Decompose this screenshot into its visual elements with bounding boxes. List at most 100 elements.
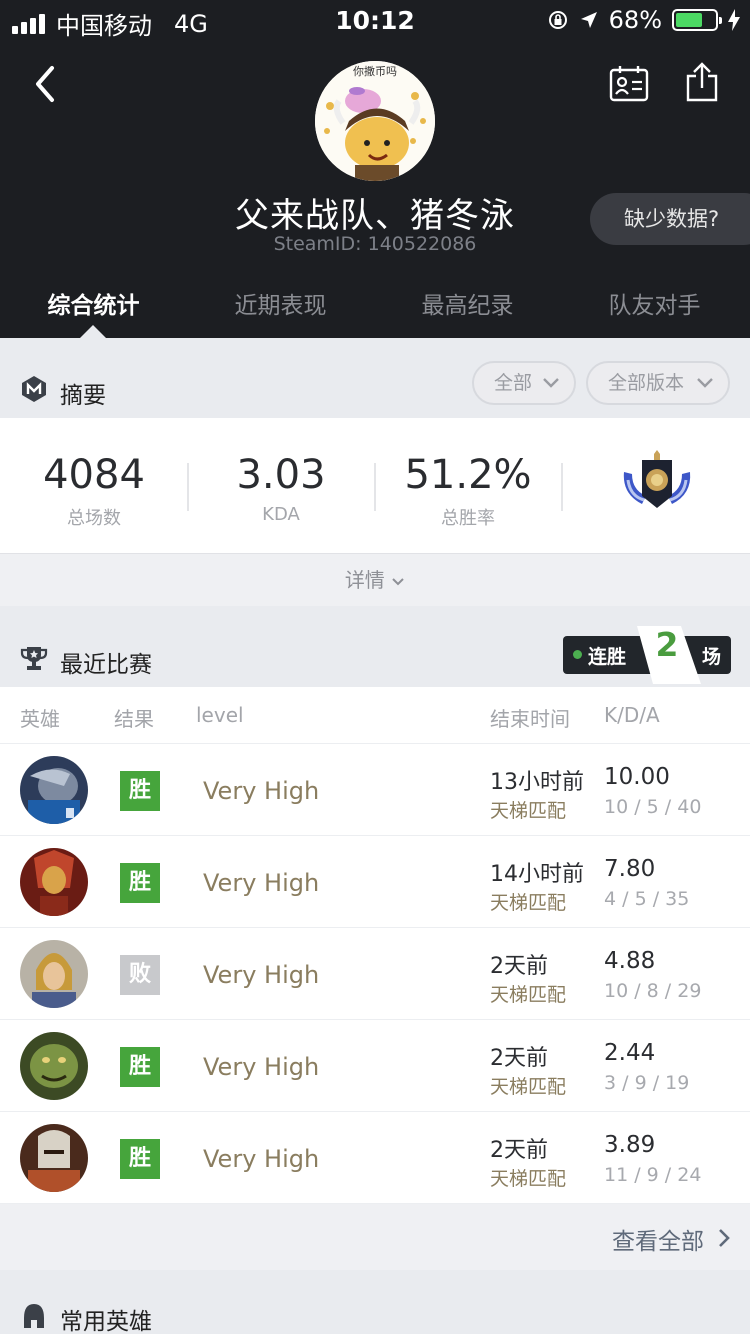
match-kda: 3.89 xyxy=(604,1132,656,1158)
match-row[interactable]: 胜 Very High 2天前 天梯匹配 2.44 3 / 9 / 19 xyxy=(0,1020,750,1112)
rank-medal-icon[interactable] xyxy=(620,450,694,514)
match-mode: 天梯匹配 xyxy=(490,800,567,822)
match-kda: 4.88 xyxy=(604,948,656,974)
streak-label: 连胜 xyxy=(588,646,627,668)
chevron-down-icon xyxy=(697,378,713,388)
match-kda: 2.44 xyxy=(604,1040,656,1066)
match-row[interactable]: 败 Very High 2天前 天梯匹配 4.88 10 / 8 / 29 xyxy=(0,928,750,1020)
hero-avatar xyxy=(20,940,88,1008)
stat-total-matches: 4084 总场数 xyxy=(0,452,188,530)
match-mode: 天梯匹配 xyxy=(490,892,567,914)
hero-avatar xyxy=(20,756,88,824)
match-kda-detail: 10 / 8 / 29 xyxy=(604,980,702,1002)
stat-value: 51.2% xyxy=(404,452,532,498)
filter-version-dropdown[interactable]: 全部版本 xyxy=(586,361,730,405)
col-result: 结果 xyxy=(114,707,154,731)
stat-label: 总胜率 xyxy=(441,508,495,529)
trophy-icon xyxy=(20,647,48,670)
favorite-heroes-title: 常用英雄 xyxy=(60,1309,152,1334)
stat-kda: 3.03 KDA xyxy=(187,452,375,525)
tab-overall-stats[interactable]: 综合统计 xyxy=(0,286,187,320)
match-kda-detail: 3 / 9 / 19 xyxy=(604,1072,690,1094)
match-row[interactable]: 胜 Very High 2天前 天梯匹配 3.89 11 / 9 / 24 xyxy=(0,1112,750,1204)
chevron-right-icon xyxy=(719,1229,730,1247)
view-all-label: 查看全部 xyxy=(612,1229,704,1255)
filter-version-label: 全部版本 xyxy=(608,372,685,394)
charging-icon xyxy=(728,9,740,31)
match-kda-detail: 4 / 5 / 35 xyxy=(604,888,690,910)
result-badge: 胜 xyxy=(120,1047,160,1087)
battery-percent: 68% xyxy=(608,6,662,34)
back-icon[interactable] xyxy=(28,62,68,106)
match-kda-detail: 11 / 9 / 24 xyxy=(604,1164,702,1186)
match-level: Very High xyxy=(203,1145,320,1173)
tab-bar: 综合统计 近期表现 最高纪录 队友对手 xyxy=(0,278,750,338)
match-time: 14小时前 xyxy=(490,862,584,887)
filter-all-dropdown[interactable]: 全部 xyxy=(472,361,576,405)
summary-title: 摘要 xyxy=(60,383,106,409)
summary-icon xyxy=(22,376,46,402)
chevron-down-icon xyxy=(543,378,559,388)
match-row[interactable]: 胜 Very High 14小时前 天梯匹配 7.80 4 / 5 / 35 xyxy=(0,836,750,928)
stat-label: 总场数 xyxy=(67,508,121,529)
result-badge: 胜 xyxy=(120,1139,160,1179)
view-all-button[interactable]: 查看全部 xyxy=(0,1204,750,1270)
avatar[interactable]: 你撒币吗 xyxy=(315,61,435,181)
recent-matches-title: 最近比赛 xyxy=(60,652,152,678)
stat-win-rate: 51.2% 总胜率 xyxy=(374,452,562,530)
match-level: Very High xyxy=(203,961,320,989)
stat-label: KDA xyxy=(262,504,300,525)
match-level: Very High xyxy=(203,777,320,805)
match-kda-detail: 10 / 5 / 40 xyxy=(604,796,702,818)
stat-value: 4084 xyxy=(43,452,145,498)
avatar-illustration: 你撒币吗 xyxy=(315,61,435,181)
streak-unit: 场 xyxy=(702,646,722,668)
tab-records[interactable]: 最高纪录 xyxy=(374,286,561,320)
match-time: 2天前 xyxy=(490,954,548,979)
player-profile-page: 中国移动 4G 10:12 68% 你撒币吗 父来战队、猪冬泳 SteamID:… xyxy=(0,0,750,1334)
col-level: level xyxy=(196,703,244,727)
match-kda: 7.80 xyxy=(604,856,656,882)
battery-icon xyxy=(672,9,722,31)
win-streak-badge: 连胜 场 xyxy=(563,626,731,684)
stat-value: 3.03 xyxy=(236,452,326,498)
rotation-lock-icon xyxy=(548,11,567,29)
missing-data-button[interactable]: 缺少数据? xyxy=(590,193,750,245)
status-bar: 中国移动 4G 10:12 68% xyxy=(0,0,750,40)
filter-all-label: 全部 xyxy=(494,372,533,394)
match-time: 2天前 xyxy=(490,1046,548,1071)
share-icon[interactable] xyxy=(682,62,722,104)
result-badge: 胜 xyxy=(120,863,160,903)
table-header: 英雄 结果 level 结束时间 K/D/A xyxy=(0,687,750,744)
details-toggle[interactable]: 详情 xyxy=(0,553,750,606)
match-time: 2天前 xyxy=(490,1138,548,1163)
col-kda: K/D/A xyxy=(604,703,660,727)
id-card-icon[interactable] xyxy=(608,64,650,104)
active-tab-indicator xyxy=(80,325,106,338)
recent-matches-table: 英雄 结果 level 结束时间 K/D/A 胜 Very High 13小时前… xyxy=(0,687,750,1204)
result-badge: 胜 xyxy=(120,771,160,811)
match-mode: 天梯匹配 xyxy=(490,1076,567,1098)
tab-teammates-opponents[interactable]: 队友对手 xyxy=(561,286,748,320)
helmet-icon xyxy=(24,1304,44,1328)
col-end-time: 结束时间 xyxy=(490,707,570,731)
streak-count: 2 xyxy=(655,625,679,664)
profile-header: 中国移动 4G 10:12 68% 你撒币吗 父来战队、猪冬泳 SteamID:… xyxy=(0,0,750,338)
details-label: 详情 xyxy=(344,568,385,592)
location-icon xyxy=(580,12,597,28)
summary-header: 摘要 全部 全部版本 xyxy=(0,338,750,418)
match-level: Very High xyxy=(203,1053,320,1081)
match-mode: 天梯匹配 xyxy=(490,984,567,1006)
divider xyxy=(561,463,563,511)
favorite-heroes-header: 常用英雄 xyxy=(0,1290,750,1334)
col-hero: 英雄 xyxy=(20,707,60,731)
tab-recent-performance[interactable]: 近期表现 xyxy=(187,286,374,320)
hero-avatar xyxy=(20,848,88,916)
hero-avatar xyxy=(20,1124,88,1192)
chevron-down-icon xyxy=(392,578,404,586)
match-row[interactable]: 胜 Very High 13小时前 天梯匹配 10.00 10 / 5 / 40 xyxy=(0,744,750,836)
avatar-caption-text: 你撒币吗 xyxy=(353,64,397,78)
result-badge: 败 xyxy=(120,955,160,995)
match-level: Very High xyxy=(203,869,320,897)
match-mode: 天梯匹配 xyxy=(490,1168,567,1190)
